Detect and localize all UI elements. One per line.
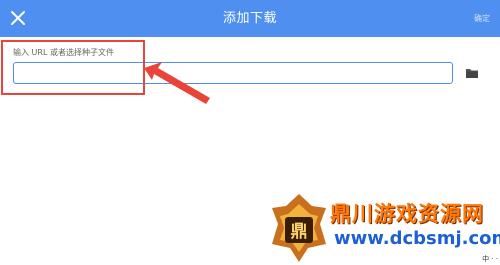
annotation-arrow bbox=[144, 62, 210, 104]
confirm-button[interactable]: 确定 bbox=[474, 0, 490, 37]
choose-torrent-button[interactable] bbox=[465, 67, 479, 79]
page-title: 添加下载 bbox=[222, 11, 277, 26]
status-strip: 中 · · bbox=[482, 255, 498, 263]
add-download-page: 添加下载 确定 输入 URL 或者选择种子文件 鼎 鼎川游戏资源网 www.dc… bbox=[0, 0, 500, 265]
app-bar: 添加下载 确定 bbox=[0, 0, 500, 37]
watermark-logo-text: 鼎 bbox=[291, 222, 308, 242]
watermark: 鼎 鼎川游戏资源网 www.dcbsmj.com bbox=[268, 190, 500, 265]
annotation-highlight-box bbox=[1, 40, 145, 95]
folder-icon bbox=[466, 69, 478, 78]
watermark-brand: 鼎川游戏资源网 bbox=[330, 202, 484, 226]
watermark-url: www.dcbsmj.com bbox=[334, 228, 500, 249]
watermark-logo: 鼎 bbox=[272, 194, 326, 262]
